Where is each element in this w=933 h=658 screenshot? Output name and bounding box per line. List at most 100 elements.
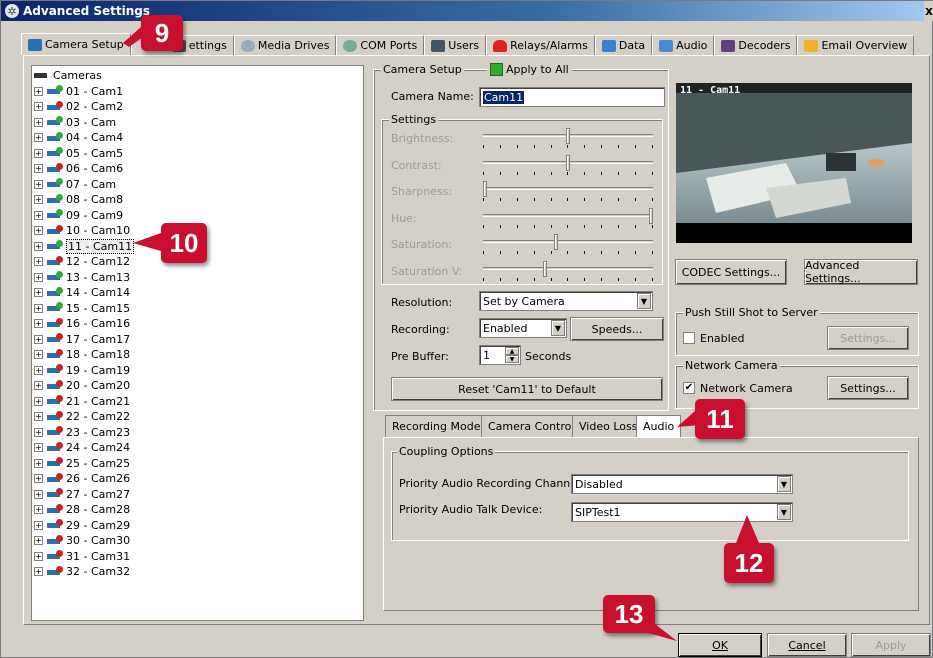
tree-item[interactable]: +16 - Cam16: [34, 317, 130, 331]
tree-item[interactable]: +15 - Cam15: [34, 301, 130, 315]
expand-icon[interactable]: +: [34, 272, 43, 282]
tree-item[interactable]: +29 - Cam29: [34, 518, 130, 532]
expand-icon[interactable]: +: [34, 536, 43, 545]
expand-icon[interactable]: +: [34, 551, 43, 561]
expand-icon[interactable]: +: [34, 117, 43, 127]
tree-item[interactable]: +13 - Cam13: [34, 270, 130, 284]
stepper-up-icon[interactable]: ▲: [505, 347, 519, 355]
network-settings-button[interactable]: Settings...: [827, 376, 909, 400]
tree-item[interactable]: +23 - Cam23: [34, 425, 130, 439]
tab-camera-setup[interactable]: Camera Setup: [21, 33, 131, 55]
stepper-down-icon[interactable]: ▼: [505, 355, 519, 363]
tree-item[interactable]: +24 - Cam24: [34, 441, 130, 455]
expand-icon[interactable]: +: [34, 334, 43, 344]
priority-device-select[interactable]: SIPTest1 ▼: [571, 502, 793, 522]
tab-audio[interactable]: Audio: [652, 35, 715, 55]
resolution-select[interactable]: Set by Camera ▼: [479, 291, 653, 311]
tree-item[interactable]: +21 - Cam21: [34, 394, 130, 408]
tree-item[interactable]: +05 - Cam5: [34, 146, 123, 160]
expand-icon[interactable]: +: [34, 567, 43, 576]
expand-icon[interactable]: +: [34, 303, 43, 313]
tree-item[interactable]: +32 - Cam32: [34, 565, 130, 579]
expand-icon[interactable]: +: [34, 148, 43, 158]
tree-item[interactable]: +28 - Cam28: [34, 503, 130, 517]
slider-thumb[interactable]: [566, 128, 570, 144]
tree-item[interactable]: +08 - Cam8: [34, 193, 123, 207]
tab-relays-alarms[interactable]: Relays/Alarms: [486, 35, 595, 55]
slider-thumb[interactable]: [554, 234, 559, 250]
tab-media-drives[interactable]: Media Drives: [233, 35, 337, 55]
expand-icon[interactable]: +: [34, 396, 43, 406]
expand-icon[interactable]: +: [34, 505, 43, 514]
camera-name-field[interactable]: Cam11: [479, 87, 665, 107]
expand-icon[interactable]: +: [34, 365, 43, 375]
apply-button[interactable]: Apply: [851, 633, 931, 657]
tree-item[interactable]: +18 - Cam18: [34, 348, 130, 362]
advanced-settings-button[interactable]: Advanced Settings...: [804, 259, 918, 285]
tree-root[interactable]: Cameras: [34, 68, 102, 82]
setting-slider[interactable]: [483, 127, 653, 149]
expand-icon[interactable]: +: [34, 443, 43, 452]
expand-icon[interactable]: +: [34, 179, 43, 189]
ok-button[interactable]: OK: [678, 633, 762, 657]
expand-icon[interactable]: +: [34, 241, 43, 251]
tree-item[interactable]: +04 - Cam4: [34, 131, 123, 145]
tree-item[interactable]: +07 - Cam: [34, 177, 116, 191]
expand-icon[interactable]: +: [34, 458, 43, 468]
expand-icon[interactable]: +: [34, 164, 43, 173]
expand-icon[interactable]: +: [34, 102, 43, 111]
speeds-button[interactable]: Speeds...: [570, 317, 664, 341]
recording-select[interactable]: Enabled ▼: [479, 318, 567, 338]
tab-email-overview[interactable]: Email Overview: [797, 35, 915, 55]
expand-icon[interactable]: +: [34, 319, 43, 328]
expand-icon[interactable]: +: [34, 412, 43, 421]
tab-decoders[interactable]: Decoders: [714, 35, 798, 55]
camera-tree[interactable]: Cameras +01 - Cam1 +02 - Cam2 +03 - Cam +04…: [31, 65, 364, 621]
tree-item[interactable]: +19 - Cam19: [34, 363, 130, 377]
subtab-recording-mode[interactable]: Recording Mode: [385, 415, 488, 437]
expand-icon[interactable]: +: [34, 520, 43, 530]
expand-icon[interactable]: +: [34, 86, 43, 96]
cancel-button[interactable]: Cancel: [767, 633, 847, 657]
setting-slider[interactable]: [483, 154, 653, 176]
codec-settings-button[interactable]: CODEC Settings...: [675, 259, 787, 285]
tree-item[interactable]: +11 - Cam11: [34, 238, 135, 254]
expand-icon[interactable]: +: [34, 350, 43, 359]
slider-thumb[interactable]: [566, 154, 570, 171]
setting-slider[interactable]: [483, 260, 653, 282]
tree-item[interactable]: +03 - Cam: [34, 115, 116, 129]
network-camera-checkbox[interactable]: ✔: [683, 382, 695, 394]
tree-item[interactable]: +22 - Cam22: [34, 410, 130, 424]
expand-icon[interactable]: +: [34, 257, 43, 266]
expand-icon[interactable]: +: [34, 288, 43, 297]
push-enabled-checkbox[interactable]: [683, 332, 695, 344]
expand-icon[interactable]: +: [34, 381, 43, 390]
slider-thumb[interactable]: [483, 181, 487, 197]
tree-item[interactable]: +01 - Cam1: [34, 84, 123, 98]
tree-item[interactable]: +30 - Cam30: [34, 534, 130, 548]
expand-icon[interactable]: +: [34, 210, 43, 220]
slider-thumb[interactable]: [542, 260, 547, 277]
priority-channel-select[interactable]: Disabled ▼: [571, 474, 793, 494]
tree-item[interactable]: +27 - Cam27: [34, 487, 130, 501]
subtab-camera-control[interactable]: Camera Control: [481, 415, 582, 437]
expand-icon[interactable]: +: [34, 133, 43, 142]
tree-item[interactable]: +14 - Cam14: [34, 286, 130, 300]
tree-item[interactable]: +17 - Cam17: [34, 332, 130, 346]
setting-slider[interactable]: [483, 233, 653, 255]
expand-icon[interactable]: +: [34, 427, 43, 437]
expand-icon[interactable]: +: [34, 489, 43, 499]
subtab-audio[interactable]: Audio: [636, 415, 682, 437]
tab-data[interactable]: Data: [594, 35, 653, 55]
tree-item[interactable]: +02 - Cam2: [34, 100, 123, 114]
slider-thumb[interactable]: [649, 207, 653, 224]
apply-to-all-button[interactable]: Apply to All: [487, 63, 572, 76]
expand-icon[interactable]: +: [34, 226, 43, 235]
tree-item[interactable]: +10 - Cam10: [34, 224, 130, 238]
tree-item[interactable]: +09 - Cam9: [34, 208, 123, 222]
expand-icon[interactable]: +: [34, 195, 43, 204]
close-button[interactable]: x: [924, 1, 933, 21]
tree-item[interactable]: +26 - Cam26: [34, 472, 130, 486]
tab-users[interactable]: Users: [424, 35, 487, 55]
tree-item[interactable]: +31 - Cam31: [34, 549, 130, 563]
